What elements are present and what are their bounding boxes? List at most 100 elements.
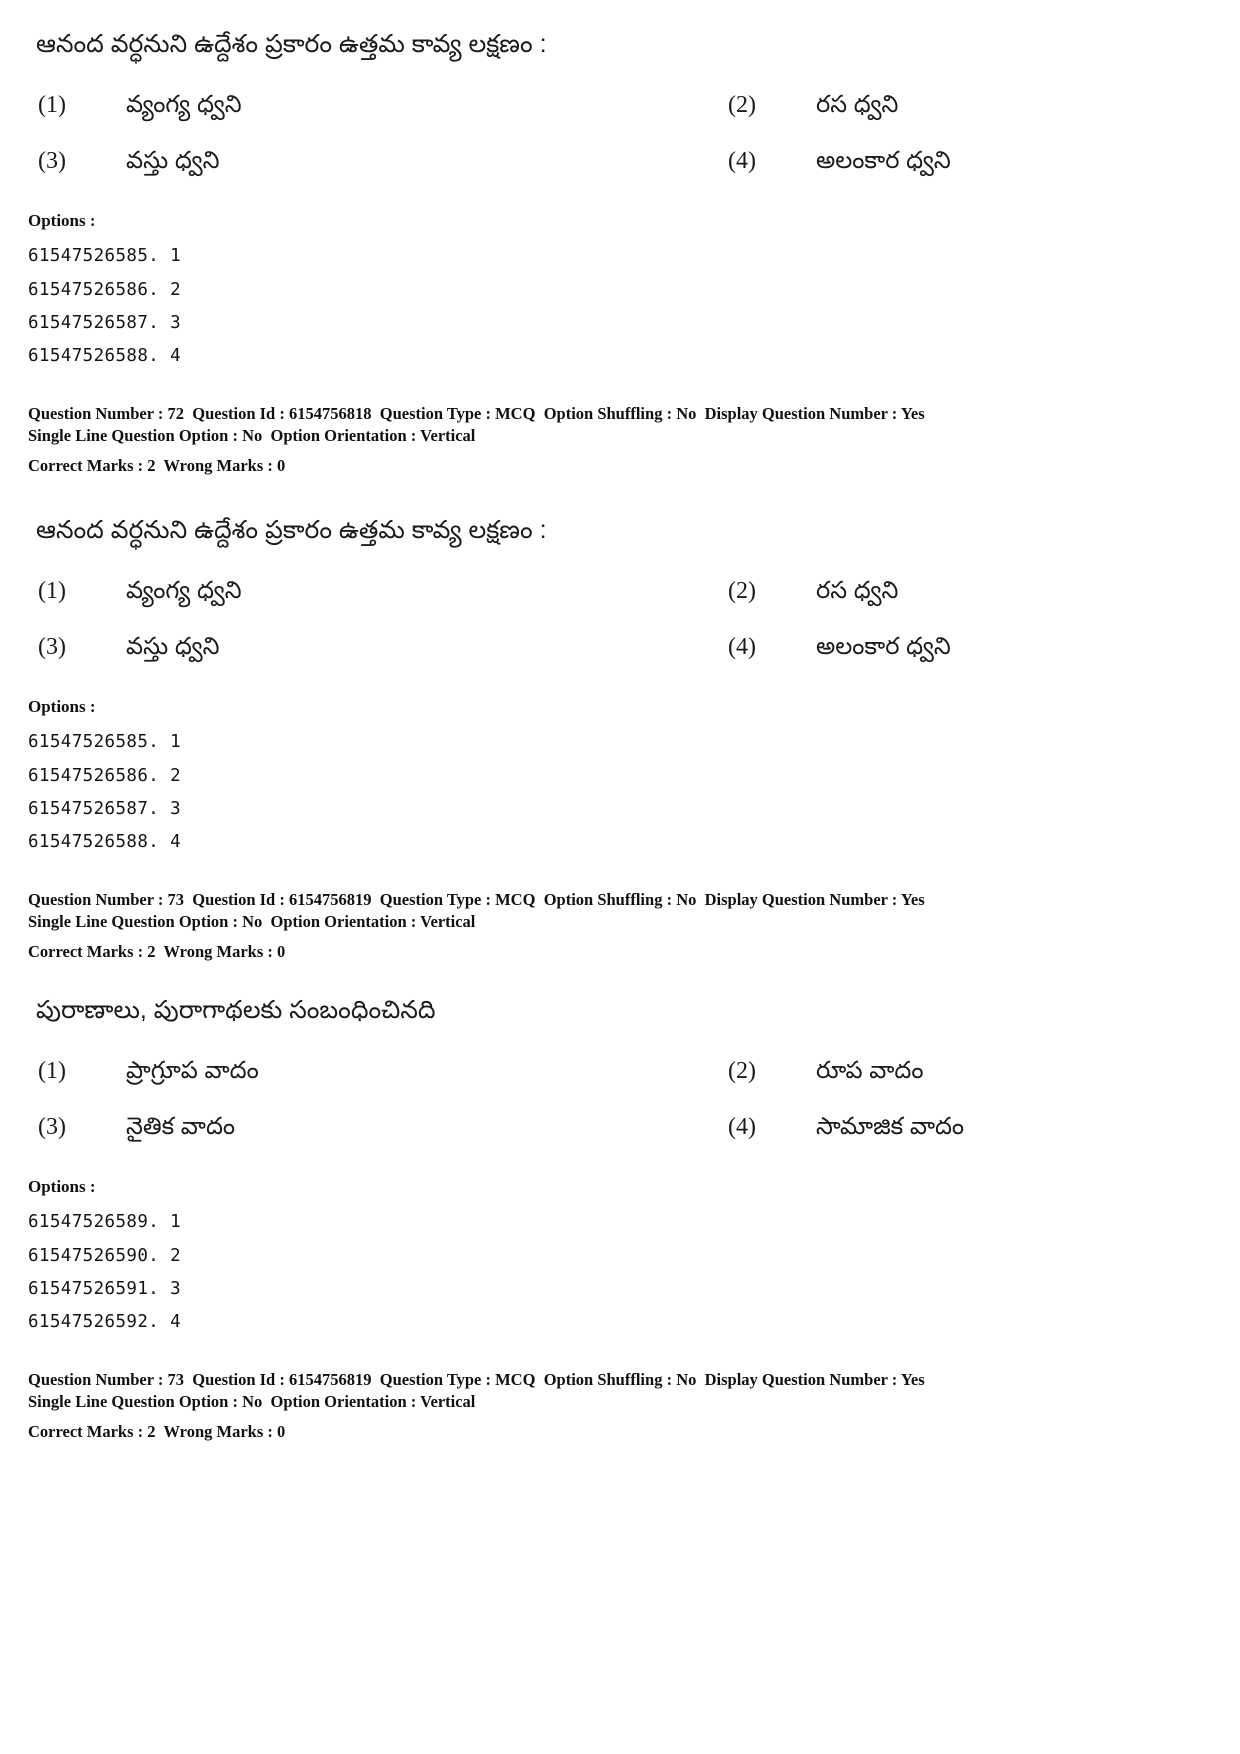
meta-value-question-number: 72 xyxy=(167,404,185,424)
meta-label-correct-marks: Correct Marks : xyxy=(28,455,144,475)
meta-value-wrong-marks: 0 xyxy=(277,1421,286,1441)
answer-choice[interactable]: (2) రూప వాదం xyxy=(728,1054,1240,1088)
option-id-list: Options : 61547526585. 1 61547526586. 2 … xyxy=(0,211,1240,373)
metadata-line-marks: Correct Marks : 2 Wrong Marks : 0 xyxy=(28,941,1240,962)
answer-choice[interactable]: (2) రస ధ్వని xyxy=(728,574,1240,608)
option-id: 61547526588. 4 xyxy=(28,832,182,853)
meta-label-option-orientation: Option Orientation : xyxy=(270,425,417,445)
meta-label-correct-marks: Correct Marks : xyxy=(28,941,144,961)
metadata-line-secondary: Single Line Question Option : No Option … xyxy=(28,911,1240,932)
meta-label-wrong-marks: Wrong Marks : xyxy=(163,1421,273,1441)
choice-number: (4) xyxy=(728,633,756,660)
meta-label-question-id: Question Id : xyxy=(192,890,285,910)
meta-value-question-type: MCQ xyxy=(495,404,536,424)
answer-choices: (1) వ్యంగ్య ధ్వని (2) రస ధ్వని (3) వస్తు… xyxy=(0,574,1240,663)
meta-value-wrong-marks: 0 xyxy=(277,941,286,961)
meta-value-display-question-number: Yes xyxy=(900,890,925,910)
question-metadata: Question Number : 73 Question Id : 61547… xyxy=(0,889,1240,961)
option-id: 61547526586. 2 xyxy=(28,765,182,786)
question-stem: ఆనంద వర్ధనుని ఉద్దేశం ప్రకారం ఉత్తమ కావ్… xyxy=(36,30,547,58)
meta-value-single-line-question-option: No xyxy=(242,425,263,445)
meta-value-question-number: 73 xyxy=(167,1370,185,1390)
answer-choice[interactable]: (4) సామాజిక వాదం xyxy=(728,1110,1240,1144)
meta-label-question-number: Question Number : xyxy=(28,1370,164,1390)
option-id: 61547526590. 2 xyxy=(28,1245,182,1266)
meta-label-question-number: Question Number : xyxy=(28,890,164,910)
answer-choice[interactable]: (3) నైతిక వాదం xyxy=(38,1110,728,1144)
option-id-list: Options : 61547526589. 1 61547526590. 2 … xyxy=(0,1177,1240,1339)
choice-text: రూప వాదం xyxy=(816,1057,924,1085)
meta-label-option-shuffling: Option Shuffling : xyxy=(543,890,673,910)
answer-choice[interactable]: (1) వ్యంగ్య ధ్వని xyxy=(38,574,728,608)
answer-choice[interactable]: (4) అలంకార ధ్వని xyxy=(728,144,1240,178)
choice-text: సామాజిక వాదం xyxy=(816,1112,965,1140)
meta-value-option-shuffling: No xyxy=(676,890,697,910)
meta-label-display-question-number: Display Question Number : xyxy=(704,1370,898,1390)
meta-label-wrong-marks: Wrong Marks : xyxy=(163,941,273,961)
choice-text: వ్యంగ్య ధ్వని xyxy=(126,577,242,605)
option-id: 61547526585. 1 xyxy=(28,246,182,267)
meta-value-option-shuffling: No xyxy=(676,404,697,424)
meta-label-question-id: Question Id : xyxy=(192,1370,285,1390)
choice-text: వ్యంగ్య ధ్వని xyxy=(126,91,242,119)
meta-label-question-type: Question Type : xyxy=(379,404,491,424)
choice-text: రస ధ్వని xyxy=(816,577,899,605)
question-block: ఆనంద వర్ధనుని ఉద్దేశం ప్రకారం ఉత్తమ కావ్… xyxy=(0,26,1240,476)
metadata-line-marks: Correct Marks : 2 Wrong Marks : 0 xyxy=(28,455,1240,476)
answer-choice[interactable]: (1) వ్యంగ్య ధ్వని xyxy=(38,88,728,122)
metadata-line-secondary: Single Line Question Option : No Option … xyxy=(28,425,1240,446)
meta-label-question-type: Question Type : xyxy=(379,1370,491,1390)
choice-text: రస ధ్వని xyxy=(816,91,899,119)
answer-choice[interactable]: (3) వస్తు ధ్వని xyxy=(38,630,728,664)
choice-number: (2) xyxy=(728,1058,756,1085)
meta-label-option-shuffling: Option Shuffling : xyxy=(543,404,673,424)
meta-value-single-line-question-option: No xyxy=(242,911,263,931)
answer-choices: (1) ప్రాగ్రూప వాదం (2) రూప వాదం (3) నైతి… xyxy=(0,1054,1240,1143)
answer-choices: (1) వ్యంగ్య ధ్వని (2) రస ధ్వని (3) వస్తు… xyxy=(0,88,1240,177)
choice-number: (1) xyxy=(38,92,66,119)
meta-value-option-orientation: Vertical xyxy=(420,1391,476,1411)
answer-choice[interactable]: (1) ప్రాగ్రూప వాదం xyxy=(38,1054,728,1088)
meta-value-single-line-question-option: No xyxy=(242,1391,263,1411)
question-block: పురాణాలు, పురాగాథలకు సంబంధించినది (1) ప్… xyxy=(0,992,1240,1442)
choice-text: ప్రాగ్రూప వాదం xyxy=(126,1057,259,1085)
option-id: 61547526592. 4 xyxy=(28,1312,182,1333)
meta-value-question-type: MCQ xyxy=(495,1370,536,1390)
option-id: 61547526587. 3 xyxy=(28,798,182,819)
meta-value-correct-marks: 2 xyxy=(147,455,156,475)
answer-choice[interactable]: (4) అలంకార ధ్వని xyxy=(728,630,1240,664)
meta-value-question-id: 6154756819 xyxy=(288,890,372,910)
choice-number: (1) xyxy=(38,1058,66,1085)
option-id: 61547526585. 1 xyxy=(28,732,182,753)
choice-number: (3) xyxy=(38,1113,66,1140)
metadata-line-primary: Question Number : 73 Question Id : 61547… xyxy=(28,889,1240,910)
question-stem: ఆనంద వర్ధనుని ఉద్దేశం ప్రకారం ఉత్తమ కావ్… xyxy=(36,516,547,544)
meta-value-wrong-marks: 0 xyxy=(277,455,286,475)
metadata-line-secondary: Single Line Question Option : No Option … xyxy=(28,1391,1240,1412)
meta-label-question-id: Question Id : xyxy=(192,404,285,424)
answer-choice[interactable]: (2) రస ధ్వని xyxy=(728,88,1240,122)
meta-value-question-id: 6154756818 xyxy=(288,404,372,424)
meta-value-correct-marks: 2 xyxy=(147,941,156,961)
options-heading: Options : xyxy=(28,697,96,717)
answer-choice[interactable]: (3) వస్తు ధ్వని xyxy=(38,144,728,178)
question-block: ఆనంద వర్ధనుని ఉద్దేశం ప్రకారం ఉత్తమ కావ్… xyxy=(0,512,1240,962)
option-id: 61547526591. 3 xyxy=(28,1278,182,1299)
meta-label-display-question-number: Display Question Number : xyxy=(704,404,898,424)
meta-value-question-id: 6154756819 xyxy=(288,1370,372,1390)
choice-number: (4) xyxy=(728,1113,756,1140)
meta-value-option-orientation: Vertical xyxy=(420,911,476,931)
option-id: 61547526587. 3 xyxy=(28,312,182,333)
choice-number: (4) xyxy=(728,147,756,174)
meta-label-single-line-question-option: Single Line Question Option : xyxy=(28,425,238,445)
meta-label-option-orientation: Option Orientation : xyxy=(270,1391,417,1411)
metadata-line-primary: Question Number : 72 Question Id : 61547… xyxy=(28,403,1240,424)
meta-label-wrong-marks: Wrong Marks : xyxy=(163,455,273,475)
option-id: 61547526589. 1 xyxy=(28,1212,182,1233)
choice-number: (2) xyxy=(728,92,756,119)
meta-value-display-question-number: Yes xyxy=(900,404,925,424)
meta-label-single-line-question-option: Single Line Question Option : xyxy=(28,911,238,931)
meta-label-option-shuffling: Option Shuffling : xyxy=(543,1370,673,1390)
choice-text: నైతిక వాదం xyxy=(126,1112,236,1140)
question-metadata: Question Number : 72 Question Id : 61547… xyxy=(0,403,1240,475)
